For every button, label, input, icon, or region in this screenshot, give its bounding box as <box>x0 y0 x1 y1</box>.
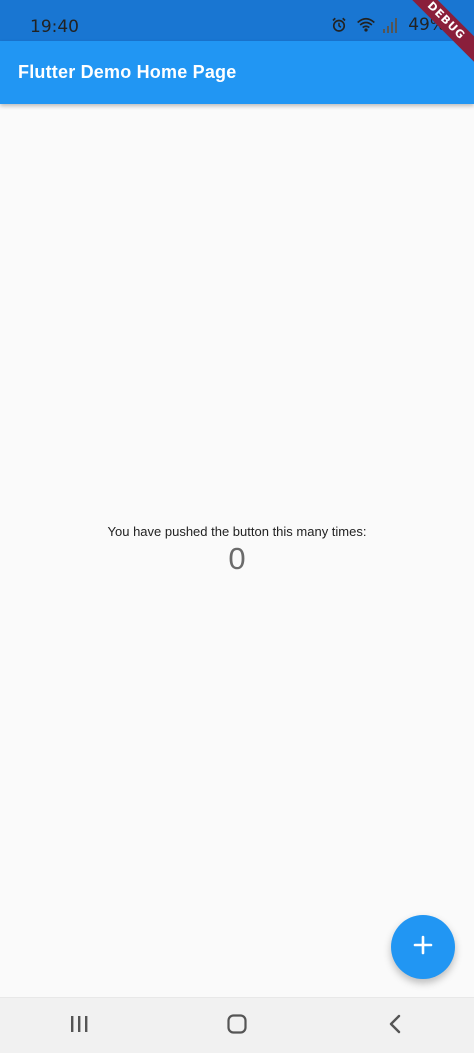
status-bar: 19:40 49% <box>0 0 474 41</box>
counter-value: 0 <box>228 541 246 576</box>
battery-level: 49% <box>408 15 446 35</box>
system-nav-bar <box>0 997 474 1053</box>
increment-button[interactable] <box>391 915 455 979</box>
counter-block: You have pushed the button this many tim… <box>0 524 474 577</box>
main-content: You have pushed the button this many tim… <box>0 104 474 997</box>
back-icon <box>386 1013 404 1040</box>
app-bar: Flutter Demo Home Page <box>0 41 474 104</box>
status-time: 19:40 <box>30 17 79 37</box>
status-icons: 49% <box>330 15 446 35</box>
app-screen: 19:40 49% Flutter Demo Home Page DEBUG Y… <box>0 0 474 1053</box>
recent-apps-button[interactable] <box>59 1006 99 1046</box>
plus-icon <box>411 933 435 962</box>
home-icon <box>226 1013 248 1040</box>
signal-icon <box>382 16 400 34</box>
wifi-icon <box>356 16 376 34</box>
page-title: Flutter Demo Home Page <box>18 62 237 82</box>
home-button[interactable] <box>217 1006 257 1046</box>
recent-apps-icon <box>68 1014 90 1039</box>
alarm-icon <box>330 16 348 34</box>
back-button[interactable] <box>375 1006 415 1046</box>
counter-label: You have pushed the button this many tim… <box>107 524 367 539</box>
